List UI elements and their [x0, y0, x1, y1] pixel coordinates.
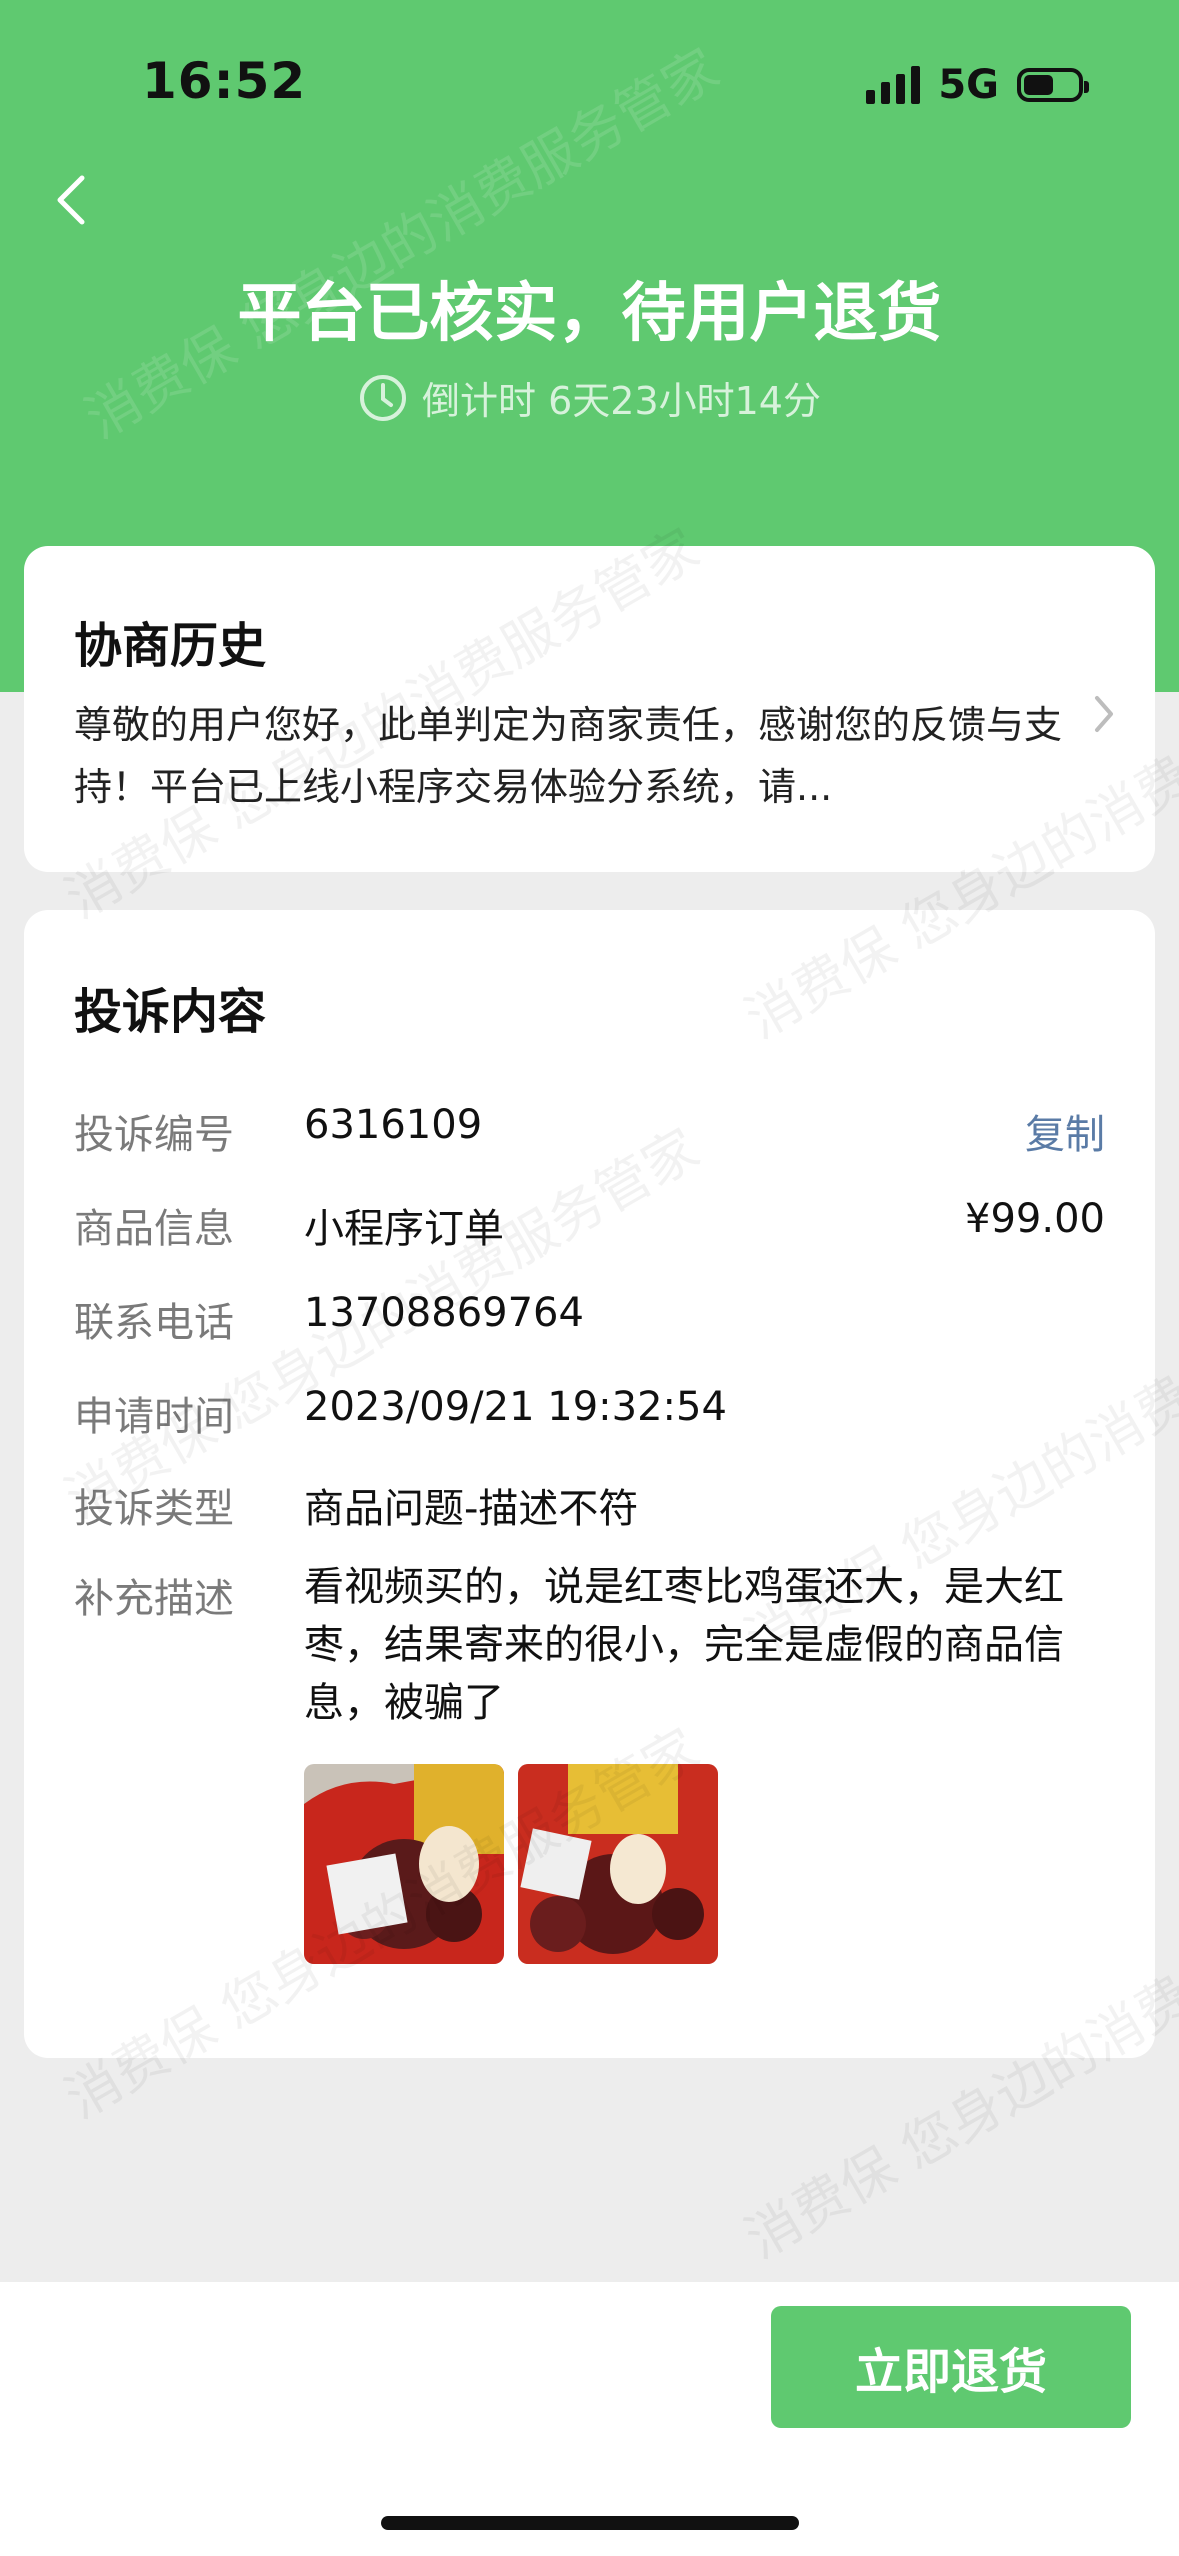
evidence-photo-1[interactable] [304, 1764, 504, 1964]
phone-label: 联系电话 [74, 1300, 234, 1346]
chevron-right-icon [1095, 696, 1113, 732]
complaint-type-value: 商品问题-描述不符 [304, 1486, 639, 1532]
network-label: 5G [938, 62, 999, 108]
description-value: 看视频买的，说是红枣比鸡蛋还大，是大红枣，结果寄来的很小，完全是虚假的商品信息，… [304, 1564, 1064, 1726]
back-icon[interactable] [44, 170, 104, 230]
complaint-title: 投诉内容 [74, 984, 267, 1040]
return-now-button[interactable]: 立即退货 [771, 2306, 1131, 2428]
complaint-id-value: 6316109 [304, 1102, 483, 1148]
complaint-card: 投诉内容 投诉编号 6316109 复制 商品信息 小程序订单 ¥99.00 联… [24, 910, 1155, 2058]
negotiation-history-card[interactable]: 协商历史 尊敬的用户您好，此单判定为商家责任，感谢您的反馈与支持！平台已上线小程… [24, 546, 1155, 872]
history-summary: 尊敬的用户您好，此单判定为商家责任，感谢您的反馈与支持！平台已上线小程序交易体验… [74, 703, 1063, 809]
status-time: 16:52 [142, 52, 307, 110]
apply-time-value: 2023/09/21 19:32:54 [304, 1384, 727, 1430]
page-title: 平台已核实，待用户退货 [237, 277, 942, 351]
description-label: 补充描述 [74, 1576, 234, 1622]
signal-icon [866, 66, 921, 104]
evidence-images [304, 1764, 718, 1964]
battery-icon [1017, 68, 1089, 102]
evidence-photo-2[interactable] [518, 1764, 718, 1964]
home-indicator [381, 2516, 799, 2530]
complaint-type-label: 投诉类型 [74, 1486, 234, 1532]
apply-time-label: 申请时间 [74, 1394, 234, 1440]
countdown-text: 倒计时 6天23小时14分 [422, 379, 821, 423]
countdown: 倒计时 6天23小时14分 [0, 370, 1179, 425]
copy-button[interactable]: 复制 [1025, 1102, 1105, 1160]
clock-icon [360, 374, 407, 421]
product-price: ¥99.00 [965, 1196, 1105, 1242]
status-icons: 5G [866, 62, 1089, 108]
bottom-action-bar: 立即退货 [0, 2282, 1179, 2556]
complaint-id-label: 投诉编号 [74, 1112, 234, 1158]
history-title: 协商历史 [74, 618, 267, 674]
product-info-label: 商品信息 [74, 1206, 234, 1252]
phone-value: 13708869764 [304, 1290, 584, 1336]
